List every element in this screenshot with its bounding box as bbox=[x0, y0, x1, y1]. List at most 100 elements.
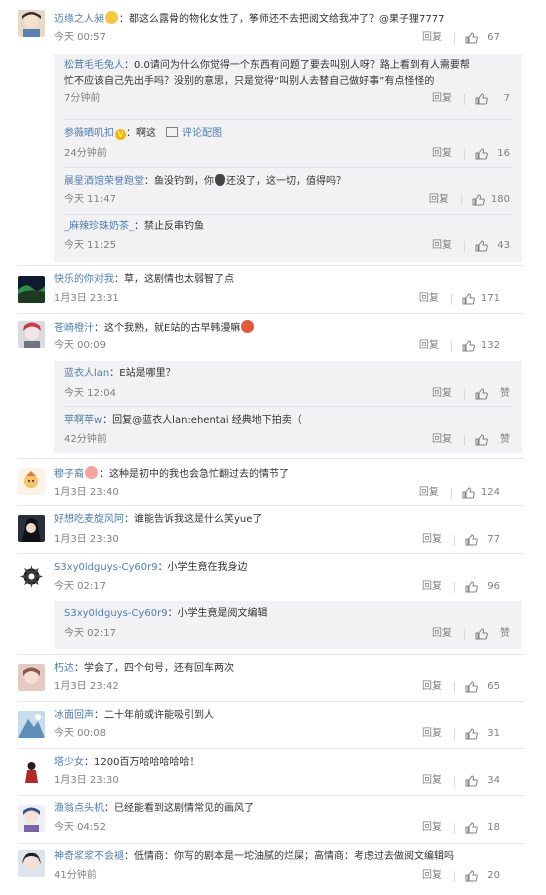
reply-username[interactable]: S3xy0ldguys-Cy60r9 bbox=[64, 608, 168, 619]
reply-button[interactable]: 回复 bbox=[432, 147, 452, 161]
like-count: 124 bbox=[480, 487, 500, 498]
comment-time: 今天 02:17 bbox=[54, 581, 106, 592]
reply-username[interactable]: 晨星酒馆荣誉跑堂 bbox=[64, 176, 144, 187]
comment-username[interactable]: 苍崎橙汁 bbox=[54, 323, 94, 334]
avatar[interactable] bbox=[18, 850, 45, 877]
divider bbox=[454, 534, 455, 546]
like-count: 171 bbox=[480, 293, 500, 304]
reply-button[interactable]: 回复 bbox=[422, 869, 442, 883]
reply-button[interactable]: 回复 bbox=[422, 680, 442, 694]
comment-time: 今天 00:08 bbox=[54, 728, 106, 739]
like-count: 180 bbox=[490, 194, 510, 205]
reply-time: 今天 02:17 bbox=[64, 628, 116, 639]
reply-username[interactable]: 松茸毛毛兔人 bbox=[64, 60, 124, 71]
comment-username[interactable]: 好想吃麦旋风阿 bbox=[54, 514, 124, 525]
reply-button[interactable]: 回复 bbox=[422, 31, 442, 45]
comment-item: 神奇浆浆不会褪：低情商：你写的剧本是一坨油腻的烂屎；高情商：考虑过去做阅文编辑吗… bbox=[0, 845, 546, 895]
avatar[interactable] bbox=[18, 515, 45, 542]
verified-v-icon: V bbox=[115, 129, 126, 140]
image-icon bbox=[166, 127, 178, 137]
like-thumb-icon[interactable] bbox=[462, 487, 475, 499]
reply-button[interactable]: 回复 bbox=[432, 433, 452, 447]
reply-button[interactable]: 回复 bbox=[422, 727, 442, 741]
avatar[interactable] bbox=[18, 10, 45, 37]
reply-username[interactable]: 苹啊苹w bbox=[64, 415, 102, 426]
divider bbox=[464, 148, 465, 160]
divider bbox=[18, 553, 524, 554]
reply-item: 苹啊苹w：回复@蓝衣人lan:ehentai 经典地下拍卖（ 42分钟前 回复 … bbox=[54, 414, 522, 450]
like-thumb-icon[interactable] bbox=[475, 93, 488, 105]
comment-username[interactable]: 塔少女 bbox=[54, 757, 84, 768]
comment-text: ：谁能告诉我这是什么笑yue了 bbox=[124, 514, 263, 525]
like-thumb-icon[interactable] bbox=[475, 434, 488, 446]
reply-list: 松茸毛毛兔人：0.0请问为什么你觉得一个东西有问题了要去叫别人呀？路上看到有人需… bbox=[54, 54, 522, 262]
like-thumb-icon[interactable] bbox=[465, 822, 478, 834]
divider bbox=[460, 194, 462, 206]
divider bbox=[18, 701, 524, 702]
like-thumb-icon[interactable] bbox=[472, 194, 485, 206]
comment-time: 41分钟前 bbox=[54, 870, 97, 881]
reply-button[interactable]: 回复 bbox=[422, 580, 442, 594]
reply-button[interactable]: 回复 bbox=[432, 627, 452, 641]
like-thumb-icon[interactable] bbox=[475, 148, 488, 160]
like-thumb-icon[interactable] bbox=[465, 870, 478, 882]
avatar[interactable] bbox=[18, 276, 45, 303]
comment-username[interactable]: 快乐的你对我 bbox=[54, 274, 114, 285]
comment-text: ：1200百万哈哈哈哈哈！ bbox=[84, 757, 200, 768]
reply-button[interactable]: 回复 bbox=[432, 92, 452, 106]
comment-username[interactable]: 穆子裔 bbox=[54, 469, 84, 480]
comment-username[interactable]: 迈缘之人昶 bbox=[54, 14, 104, 25]
comment-username[interactable]: 神奇浆浆不会褪 bbox=[54, 851, 124, 862]
bunny-emoji-icon bbox=[215, 174, 225, 186]
like-thumb-icon[interactable] bbox=[465, 581, 478, 593]
comment-time: 今天 00:57 bbox=[54, 32, 106, 43]
reply-button[interactable]: 回复 bbox=[432, 387, 452, 401]
avatar[interactable] bbox=[18, 758, 45, 785]
reply-button[interactable]: 回复 bbox=[432, 239, 452, 253]
reply-button[interactable]: 回复 bbox=[422, 533, 442, 547]
comment-feed: 迈缘之人昶 ：都这么露骨的物化女性了，筝师还不去把阅文给我冲了？@果子狸7777 … bbox=[0, 0, 546, 895]
reply-button[interactable]: 回复 bbox=[419, 339, 439, 353]
comment-username[interactable]: 渔翁点头机 bbox=[54, 803, 104, 814]
reply-item: 蓝衣人lan：E站是哪里？ 今天 12:04 回复 赞 bbox=[54, 367, 522, 403]
reply-username[interactable]: 蓝衣人lan bbox=[64, 368, 109, 379]
like-count: 7 bbox=[503, 93, 510, 104]
reply-button[interactable]: 回复 bbox=[419, 486, 439, 500]
reply-username[interactable]: 参薇晒叽扣 bbox=[64, 128, 114, 139]
comment-username[interactable]: S3xy0ldguys-Cy60r9 bbox=[54, 562, 158, 573]
like-thumb-icon[interactable] bbox=[475, 628, 488, 640]
reply-list: S3xy0ldguys-Cy60r9：小学生竟是阅文编辑 今天 02:17 回复… bbox=[54, 601, 522, 649]
like-thumb-icon[interactable] bbox=[465, 32, 478, 44]
avatar[interactable] bbox=[18, 805, 45, 832]
divider bbox=[454, 728, 455, 740]
divider bbox=[18, 505, 524, 506]
reply-username[interactable]: _麻辣珍珠奶茶_ bbox=[64, 221, 134, 232]
reply-button[interactable]: 回复 bbox=[429, 193, 449, 207]
comment-username[interactable]: 朽达 bbox=[54, 663, 74, 674]
avatar[interactable] bbox=[18, 563, 45, 590]
like-thumb-icon[interactable] bbox=[465, 775, 478, 787]
like-thumb-icon[interactable] bbox=[465, 534, 478, 546]
like-thumb-icon[interactable] bbox=[465, 728, 478, 740]
comment-text: ：学会了，四个句号，还有回车两次 bbox=[74, 663, 234, 674]
avatar[interactable] bbox=[18, 468, 45, 495]
like-thumb-icon[interactable] bbox=[462, 340, 475, 352]
avatar[interactable] bbox=[18, 321, 45, 348]
reply-button[interactable]: 回复 bbox=[422, 821, 442, 835]
like-thumb-icon[interactable] bbox=[475, 388, 488, 400]
avatar[interactable] bbox=[18, 664, 45, 691]
comment-image-link[interactable]: 评论配图 bbox=[182, 128, 222, 139]
reply-button[interactable]: 回复 bbox=[419, 292, 439, 306]
like-thumb-icon[interactable] bbox=[475, 240, 488, 252]
like-count: 77 bbox=[487, 534, 500, 545]
avatar[interactable] bbox=[18, 711, 45, 738]
reply-text: ：小学生竟是阅文编辑 bbox=[167, 608, 268, 619]
comment-text: ：都这么露骨的物化女性了，筝师还不去把阅文给我冲了？@果子狸7777 bbox=[119, 14, 445, 25]
like-thumb-icon[interactable] bbox=[465, 681, 478, 693]
reply-item: 晨星酒馆荣誉跑堂：鱼没钓到，你 还没了，这一切，值得吗？ 今天 11:47 回复 … bbox=[54, 174, 522, 210]
comment-username[interactable]: 冰面回声 bbox=[54, 710, 94, 721]
like-thumb-icon[interactable] bbox=[462, 293, 475, 305]
reply-time: 42分钟前 bbox=[64, 434, 107, 445]
divider bbox=[18, 265, 524, 266]
reply-button[interactable]: 回复 bbox=[422, 774, 442, 788]
